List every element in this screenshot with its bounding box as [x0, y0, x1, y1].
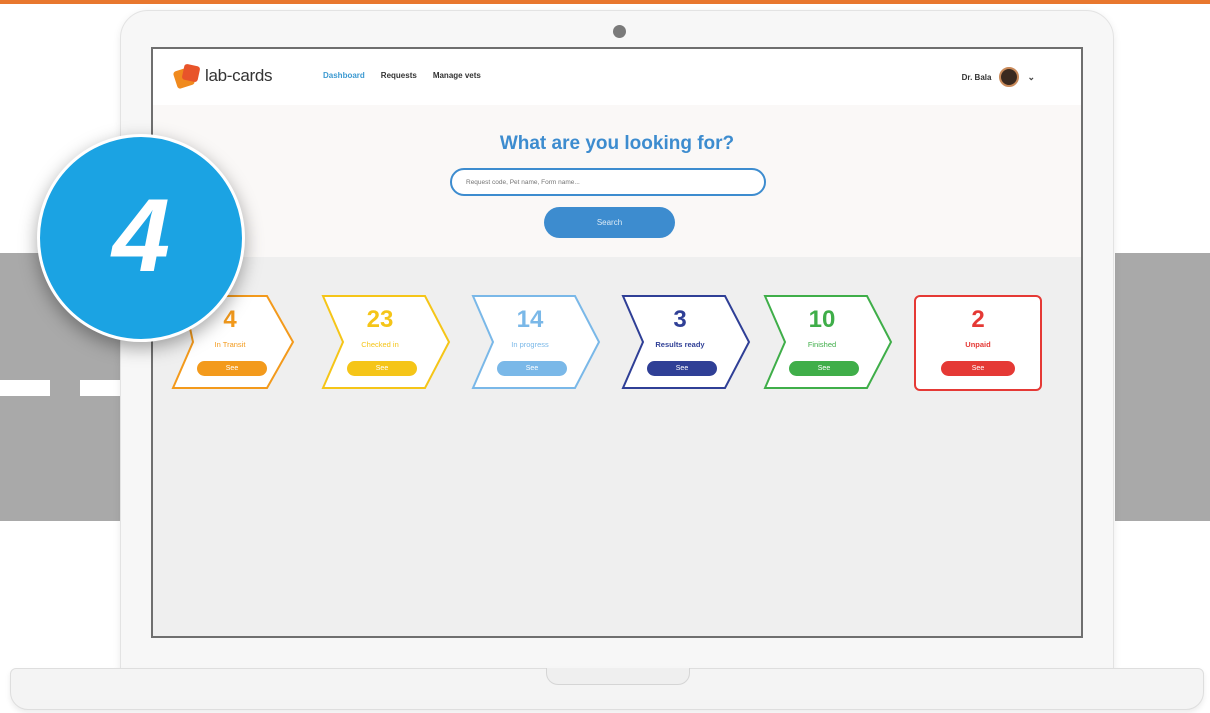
stage-label: In Transit	[214, 340, 246, 349]
search-button[interactable]: Search	[544, 207, 675, 238]
avatar	[999, 67, 1020, 87]
search-section: What are you looking for? Search	[153, 105, 1081, 257]
nav-link-manage-vets[interactable]: Manage vets	[433, 71, 481, 80]
step-number-badge: 4	[37, 134, 245, 342]
see-button[interactable]: See	[497, 361, 567, 376]
stage-count: 10	[808, 306, 836, 333]
see-button[interactable]: See	[941, 361, 1015, 376]
stage-count: 23	[366, 306, 394, 333]
see-button[interactable]: See	[789, 361, 859, 376]
stage-count: 14	[516, 306, 544, 333]
user-menu[interactable]: Dr. Bala ⌄	[962, 67, 1035, 87]
see-button[interactable]: See	[347, 361, 417, 376]
top-accent-strip	[0, 0, 1210, 4]
stage-card-finished[interactable]: 10 Finished See	[763, 294, 895, 392]
search-title: What are you looking for?	[499, 133, 735, 154]
laptop-camera	[613, 25, 626, 38]
stage-card-in-progress[interactable]: 14 In progress See	[471, 294, 603, 392]
stage-cards: 4 In Transit See 23 Checked in See 14 In…	[153, 294, 1081, 404]
stage-label: Results ready	[655, 340, 705, 349]
laptop-base-notch	[546, 668, 690, 685]
top-navbar: lab-cards Dashboard Requests Manage vets…	[153, 49, 1081, 105]
stage-label: Checked in	[361, 340, 399, 349]
stage-label: In progress	[511, 340, 549, 349]
stage-card-checked-in[interactable]: 23 Checked in See	[321, 294, 453, 392]
step-number: 4	[112, 178, 170, 294]
logo-text: lab-cards	[205, 66, 273, 85]
app-screen: lab-cards Dashboard Requests Manage vets…	[151, 47, 1083, 638]
see-button[interactable]: See	[197, 361, 267, 376]
stage-label: Finished	[807, 340, 837, 349]
user-name: Dr. Bala	[961, 72, 992, 82]
chevron-down-icon: ⌄	[1027, 71, 1035, 82]
background-bar-gap-segment	[50, 380, 80, 396]
nav-links: Dashboard Requests Manage vets	[323, 71, 481, 80]
app-logo[interactable]: lab-cards	[172, 63, 273, 90]
stage-card-results-ready[interactable]: 3 Results ready See	[621, 294, 753, 392]
nav-link-dashboard[interactable]: Dashboard	[323, 71, 365, 80]
stage-count: 3	[673, 306, 687, 333]
nav-link-requests[interactable]: Requests	[381, 71, 417, 80]
stage-count: 2	[971, 306, 985, 333]
see-button[interactable]: See	[647, 361, 717, 376]
cards-logo-icon	[172, 63, 201, 90]
background-bar-right	[1115, 253, 1210, 521]
stage-card-unpaid[interactable]: 2 Unpaid See	[913, 294, 1045, 392]
stage-label: Unpaid	[965, 340, 991, 349]
search-input[interactable]	[450, 168, 766, 196]
